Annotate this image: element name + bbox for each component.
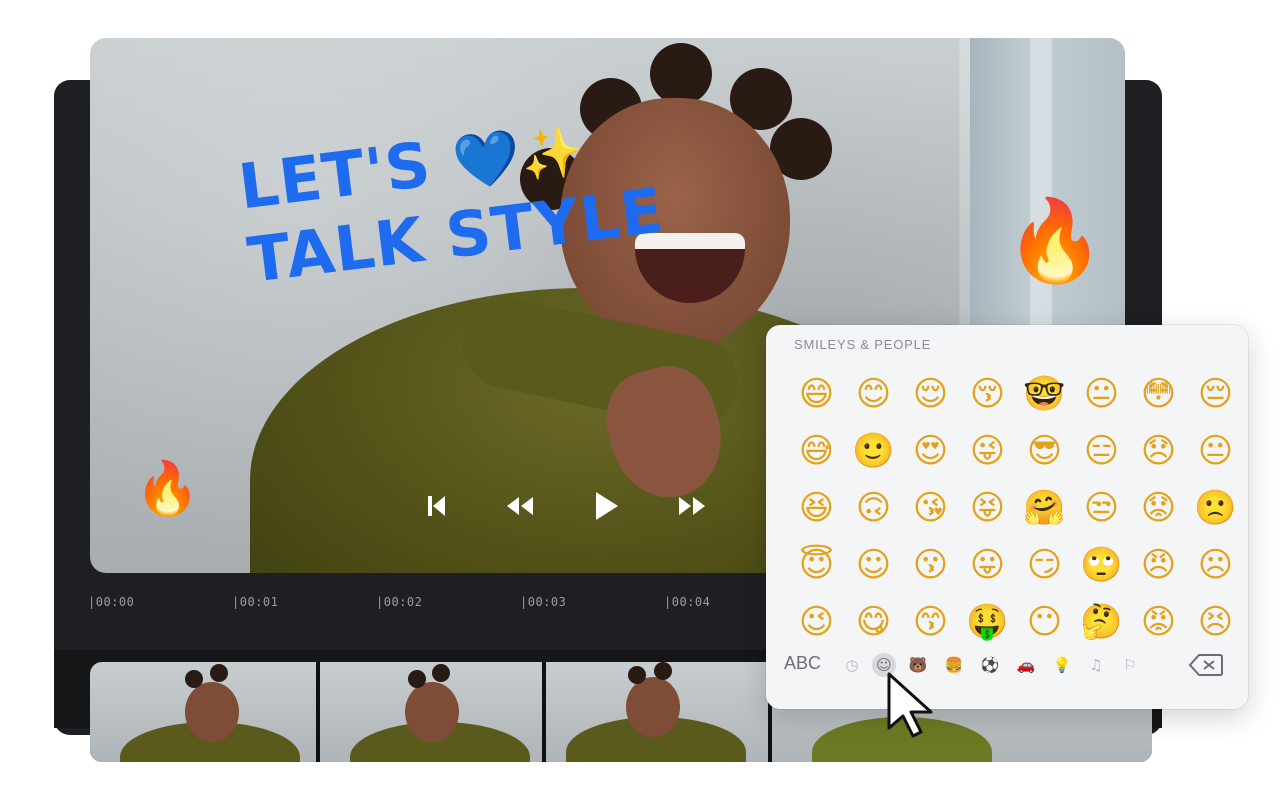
emoji-key[interactable]: 😣 (1187, 593, 1244, 650)
emoji-key[interactable]: 😔 (1187, 365, 1244, 422)
mouse-cursor-icon (883, 670, 943, 740)
filmstrip-frame[interactable] (320, 662, 542, 762)
frame-bun (210, 664, 228, 682)
emoji-key[interactable]: ☹ (1187, 536, 1244, 593)
emoji-key[interactable]: 😅 (788, 422, 845, 479)
emoji-key[interactable]: 🤔 (1073, 593, 1130, 650)
emoji-key[interactable]: 😙 (902, 593, 959, 650)
emoji-key[interactable]: 😒 (1073, 479, 1130, 536)
emoji-key[interactable]: 🤗 (1016, 479, 1073, 536)
timeline-tick: |00:01 (232, 595, 279, 609)
flag-icon[interactable]: ⚐ (1120, 655, 1140, 675)
symbols-icon[interactable]: ♫ (1086, 655, 1106, 675)
travel-icon[interactable]: 🚗 (1016, 655, 1036, 675)
emoji-key[interactable]: 🤓 (1016, 365, 1073, 422)
playback-controls (418, 488, 718, 528)
emoji-key[interactable]: 🙄 (1073, 536, 1130, 593)
emoji-key[interactable]: 🙃 (845, 479, 902, 536)
frame-face (405, 682, 459, 742)
fast-forward-icon[interactable] (674, 488, 710, 524)
emoji-key[interactable]: 😳 (1130, 365, 1187, 422)
frame-bun (432, 664, 450, 682)
emoji-key[interactable]: 😍 (902, 422, 959, 479)
food-icon[interactable]: 🍔 (944, 655, 964, 675)
timeline-tick: |00:00 (88, 595, 135, 609)
emoji-key[interactable]: 😠 (1130, 536, 1187, 593)
emoji-key[interactable]: 😐 (1073, 365, 1130, 422)
frame-bun (185, 670, 203, 688)
timeline-tick: |00:03 (520, 595, 567, 609)
emoji-key[interactable]: 😄 (788, 365, 845, 422)
filmstrip-frame[interactable] (90, 662, 316, 762)
sparkles-sticker: ✨ (517, 120, 588, 186)
filmstrip-frame[interactable] (546, 662, 768, 762)
frame-face (626, 677, 680, 737)
emoji-key[interactable]: 😡 (1130, 593, 1187, 650)
emoji-keyboard: SMILEYS & PEOPLE 😄 😊 😌 😚 🤓 😐 😳 😔 😅 🙂 😍 😜 😎 😑 😞 😐 😆 🙃 😘 😝 🤗 😒 😟… (766, 325, 1248, 709)
emoji-key[interactable]: 😜 (959, 422, 1016, 479)
emoji-key[interactable]: ☺ (845, 536, 902, 593)
frame-bun (628, 666, 646, 684)
emoji-grid: 😄 😊 😌 😚 🤓 😐 😳 😔 😅 🙂 😍 😜 😎 😑 😞 😐 😆 🙃 😘 😝 🤗 😒 😟 🙁 😇 ☺ 😗 😛 😏 🙄 😠 ☹ 😉 😋 😙 🤑 😶 🤔 😡 😣 (788, 365, 1246, 655)
emoji-key[interactable]: 😊 (845, 365, 902, 422)
timeline-ruler[interactable]: |00:00 |00:01 |00:02 |00:03 |00:04 (54, 595, 774, 625)
emoji-key[interactable]: 😎 (1016, 422, 1073, 479)
emoji-key[interactable]: 🙂 (845, 422, 902, 479)
emoji-key[interactable]: 😗 (902, 536, 959, 593)
ball-icon[interactable]: ⚽ (980, 655, 1000, 675)
emoji-keyboard-footer: ABC ◷ ☺ 🐻 🍔 ⚽ 🚗 💡 ♫ ⚐ (784, 653, 1234, 695)
emoji-key[interactable]: 😛 (959, 536, 1016, 593)
play-icon[interactable] (588, 488, 624, 524)
timeline-tick: |00:04 (664, 595, 711, 609)
emoji-category-heading: SMILEYS & PEOPLE (794, 337, 932, 352)
emoji-key[interactable]: 😶 (1016, 593, 1073, 650)
fire-sticker[interactable]: 🔥 (135, 463, 200, 515)
hair-bun (650, 43, 712, 105)
frame-bun (408, 670, 426, 688)
frame-face (185, 682, 239, 742)
lightbulb-icon[interactable]: 💡 (1052, 655, 1072, 675)
emoji-key[interactable]: 🙁 (1187, 479, 1244, 536)
clock-icon[interactable]: ◷ (842, 655, 862, 675)
emoji-key[interactable]: 😑 (1073, 422, 1130, 479)
abc-key[interactable]: ABC (784, 653, 821, 673)
blue-heart-sticker: 💙 (449, 124, 525, 196)
frame-bun (654, 662, 672, 680)
emoji-key[interactable]: 😇 (788, 536, 845, 593)
emoji-key[interactable]: 😐 (1187, 422, 1244, 479)
emoji-key[interactable]: 😆 (788, 479, 845, 536)
timeline-tick: |00:02 (376, 595, 423, 609)
emoji-key[interactable]: 😝 (959, 479, 1016, 536)
emoji-key[interactable]: 😚 (959, 365, 1016, 422)
emoji-key[interactable]: 😌 (902, 365, 959, 422)
emoji-key[interactable]: 😘 (902, 479, 959, 536)
emoji-key[interactable]: 😉 (788, 593, 845, 650)
fire-sticker-large[interactable]: 🔥 (1005, 201, 1105, 281)
emoji-key[interactable]: 😏 (1016, 536, 1073, 593)
emoji-key[interactable]: 🤑 (959, 593, 1016, 650)
emoji-key[interactable]: 😋 (845, 593, 902, 650)
backspace-icon[interactable] (1188, 653, 1224, 677)
skip-back-icon[interactable] (418, 488, 454, 524)
rewind-icon[interactable] (502, 488, 538, 524)
emoji-key[interactable]: 😟 (1130, 479, 1187, 536)
emoji-key[interactable]: 😞 (1130, 422, 1187, 479)
